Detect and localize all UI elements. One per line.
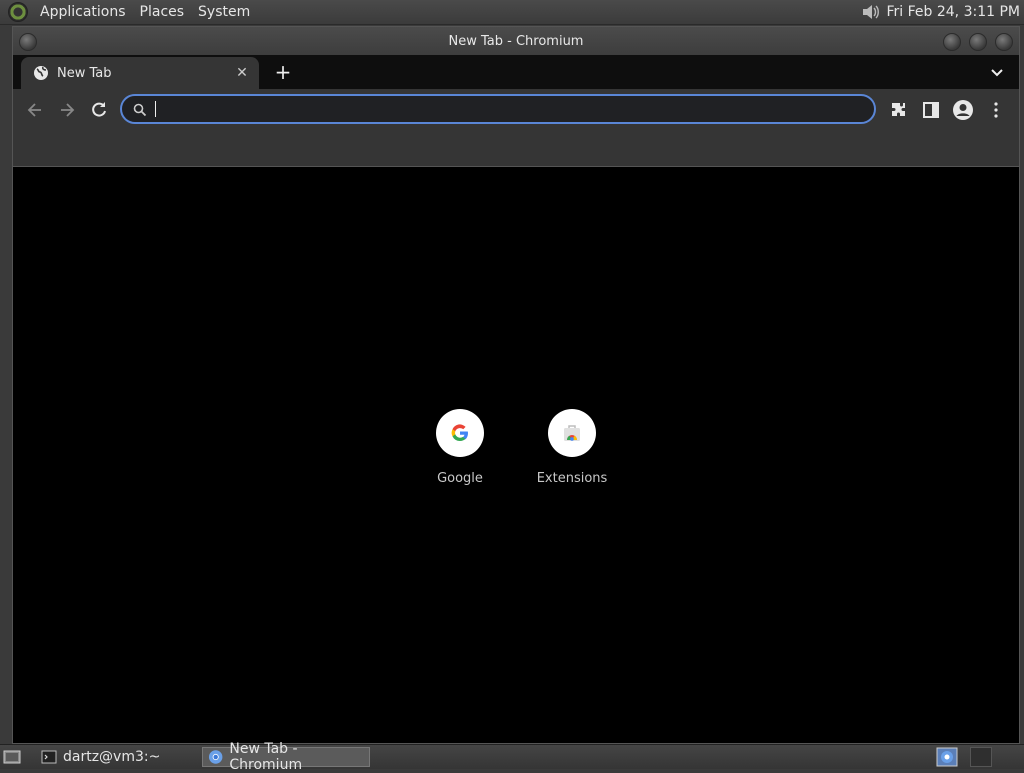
extensions-icon[interactable] [889,100,909,120]
shortcut-label: Google [437,471,483,486]
taskbar-label: New Tab - Chromium [229,741,303,773]
workspace-2[interactable] [970,747,992,767]
new-tab-button[interactable]: + [273,62,293,82]
volume-icon[interactable] [861,3,881,21]
profile-icon[interactable] [952,99,974,121]
taskbar-label: dartz@vm3:~ [63,749,161,765]
distro-logo-icon[interactable] [8,2,28,22]
maximize-button[interactable] [969,33,987,51]
tab-new-tab[interactable]: New Tab ✕ [21,57,259,89]
minimize-button[interactable] [943,33,961,51]
address-input[interactable] [154,99,858,121]
search-icon [133,103,147,117]
tab-search-icon[interactable] [989,64,1005,80]
globe-icon [34,66,48,80]
menu-places[interactable]: Places [134,4,191,20]
bookmark-bar [13,131,1019,167]
window-titlebar[interactable]: New Tab - Chromium [13,27,1019,55]
close-tab-icon[interactable]: ✕ [233,64,251,82]
web-store-icon [564,425,580,441]
chromium-window: New Tab - Chromium New Tab ✕ + Google Ex… [12,26,1020,744]
back-icon[interactable] [25,100,45,120]
terminal-icon [41,750,57,764]
chromium-icon [208,750,223,764]
menu-system[interactable]: System [192,4,256,20]
bottom-panel: dartz@vm3:~ New Tab - Chromium [0,741,1024,773]
text-caret [155,101,156,117]
toolbar [13,89,1019,131]
forward-icon[interactable] [57,100,77,120]
tab-strip: New Tab ✕ + [13,55,1019,89]
shortcut-tile[interactable] [436,409,484,457]
taskbar-item-chromium[interactable]: New Tab - Chromium [202,741,370,773]
taskbar-item-terminal[interactable]: dartz@vm3:~ [36,747,196,767]
window-title: New Tab - Chromium [448,33,584,49]
shortcut-google[interactable]: Google [415,409,505,486]
reload-icon[interactable] [89,100,109,120]
top-panel: Applications Places System Fri Feb 24, 3… [0,0,1024,25]
new-tab-page: Google Extensions [13,167,1019,743]
shortcut-tile[interactable] [548,409,596,457]
show-desktop-icon[interactable] [3,748,21,766]
menu-applications[interactable]: Applications [34,4,132,20]
close-window-button[interactable] [995,33,1013,51]
menu-icon[interactable] [986,100,1006,120]
side-panel-icon[interactable] [921,100,941,120]
clock[interactable]: Fri Feb 24, 3:11 PM [887,4,1021,20]
window-menu-button[interactable] [19,33,37,51]
workspace-switcher-icon[interactable] [936,747,958,767]
shortcut-extensions[interactable]: Extensions [527,409,617,486]
google-icon [451,424,468,442]
address-bar[interactable] [120,94,876,124]
shortcut-label: Extensions [536,471,608,486]
tab-label: New Tab [57,65,112,81]
